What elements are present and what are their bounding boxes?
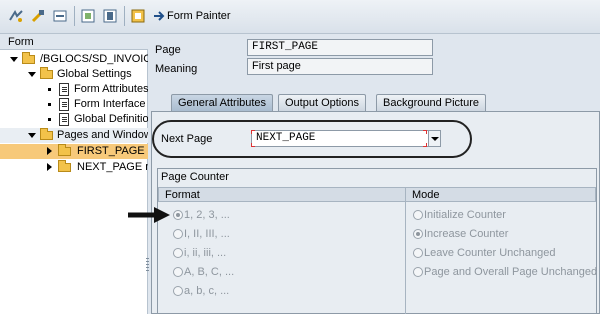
document-icon [59,98,69,111]
folder-icon [40,67,53,79]
page-counter-title: Page Counter [161,171,229,183]
toolbar-separator [124,6,125,26]
tree-node-label: Global Settings [57,68,132,80]
tree-node-next-page[interactable]: NEXT_PAGE next page [0,160,148,175]
other-object-icon[interactable] [8,8,24,24]
radio-button[interactable] [413,267,423,277]
tree-node-label: FIRST_PAGE First page [77,145,148,157]
column-divider [405,187,406,314]
radio-button[interactable] [173,229,183,239]
mode-option-label: Increase Counter [424,228,509,240]
format-option-label: I, II, III, ... [184,228,230,240]
format-option-label: a, b, c, ... [184,285,230,297]
radio-button[interactable] [173,286,183,296]
focus-corner [423,143,427,147]
folder-icon [58,144,71,156]
application-toolbar: Form Painter [0,0,600,34]
focus-corner [251,130,255,134]
tree-node-form-interface[interactable]: Form Interface [0,97,148,112]
expand-arrow-icon[interactable] [28,72,36,77]
activate-icon[interactable] [52,8,68,24]
next-page-select[interactable]: NEXT_PAGE [251,130,441,147]
form-painter-button[interactable]: Form Painter [167,10,231,22]
tree-node-label: Global Definitions [74,113,148,125]
radio-button[interactable] [173,210,183,220]
page-label: Page [155,44,181,56]
tree-node-global-settings[interactable]: Global Settings [0,67,148,82]
form-painter-icon[interactable] [152,8,168,24]
tree-header: Form [0,34,148,50]
format-column-header: Format [158,187,406,202]
next-page-label: Next Page [161,133,213,145]
mode-option-label: Leave Counter Unchanged [424,247,556,259]
page-field[interactable]: FIRST_PAGE [247,39,433,56]
tree-node-form-attributes[interactable]: Form Attributes [0,82,148,97]
bullet-icon [48,88,51,91]
folder-icon [22,52,35,64]
tree-node-pages-and-windows[interactable]: Pages and Windows [0,128,148,143]
page-window-icon[interactable] [80,8,96,24]
format-option-label: i, ii, iii, ... [184,247,227,259]
tree-node-label: NEXT_PAGE next page [77,161,148,173]
mode-option-label: Page and Overall Page Unchanged [424,266,598,278]
radio-button[interactable] [173,248,183,258]
tab-output-options[interactable]: Output Options [278,94,366,111]
meaning-label: Meaning [155,63,198,75]
display-change-icon[interactable] [30,8,46,24]
tab-background-picture[interactable]: Background Picture [376,94,486,111]
toolbar-separator [74,6,75,26]
tree-node-label: Pages and Windows [57,129,148,141]
meaning-field[interactable]: First page [247,58,433,75]
tree-node-form[interactable]: /BGLOCS/SD_INVOICE [0,52,148,67]
form-tree-panel: Form /BGLOCS/SD_INVOICE Global Settings … [0,34,148,314]
focus-corner [251,143,255,147]
graphic-icon[interactable] [102,8,118,24]
tree-node-label: Form Interface [74,98,146,110]
expand-arrow-icon[interactable] [10,57,18,62]
format-option-label: 1, 2, 3, ... [184,209,230,221]
tab-general-attributes[interactable]: General Attributes [171,94,274,111]
tree-node-global-definitions[interactable]: Global Definitions [0,112,148,127]
radio-button[interactable] [173,267,183,277]
mode-column-header: Mode [405,187,596,202]
collapse-arrow-icon[interactable] [47,147,52,155]
document-icon [59,113,69,126]
expand-arrow-icon[interactable] [28,133,36,138]
arrow-annotation-icon [128,207,170,223]
radio-button[interactable] [413,229,423,239]
mode-option-label: Initialize Counter [424,209,506,221]
folder-icon [58,160,71,172]
focus-corner [423,130,427,134]
folder-icon [40,128,53,140]
bullet-icon [48,103,51,106]
document-icon [59,83,69,96]
next-page-value: NEXT_PAGE [256,132,316,144]
collapse-arrow-icon[interactable] [47,163,52,171]
bullet-icon [48,118,51,121]
radio-button[interactable] [413,210,423,220]
tree-node-label: /BGLOCS/SD_INVOICE [40,53,148,65]
radio-button[interactable] [413,248,423,258]
form-painter-main: Page FIRST_PAGE Meaning First page Gener… [149,34,600,314]
dropdown-arrow-icon[interactable] [428,131,440,146]
test-icon[interactable] [130,8,146,24]
tree-node-first-page[interactable]: FIRST_PAGE First page [0,144,148,159]
format-option-label: A, B, C, ... [184,266,235,278]
tree-node-label: Form Attributes [74,83,148,95]
